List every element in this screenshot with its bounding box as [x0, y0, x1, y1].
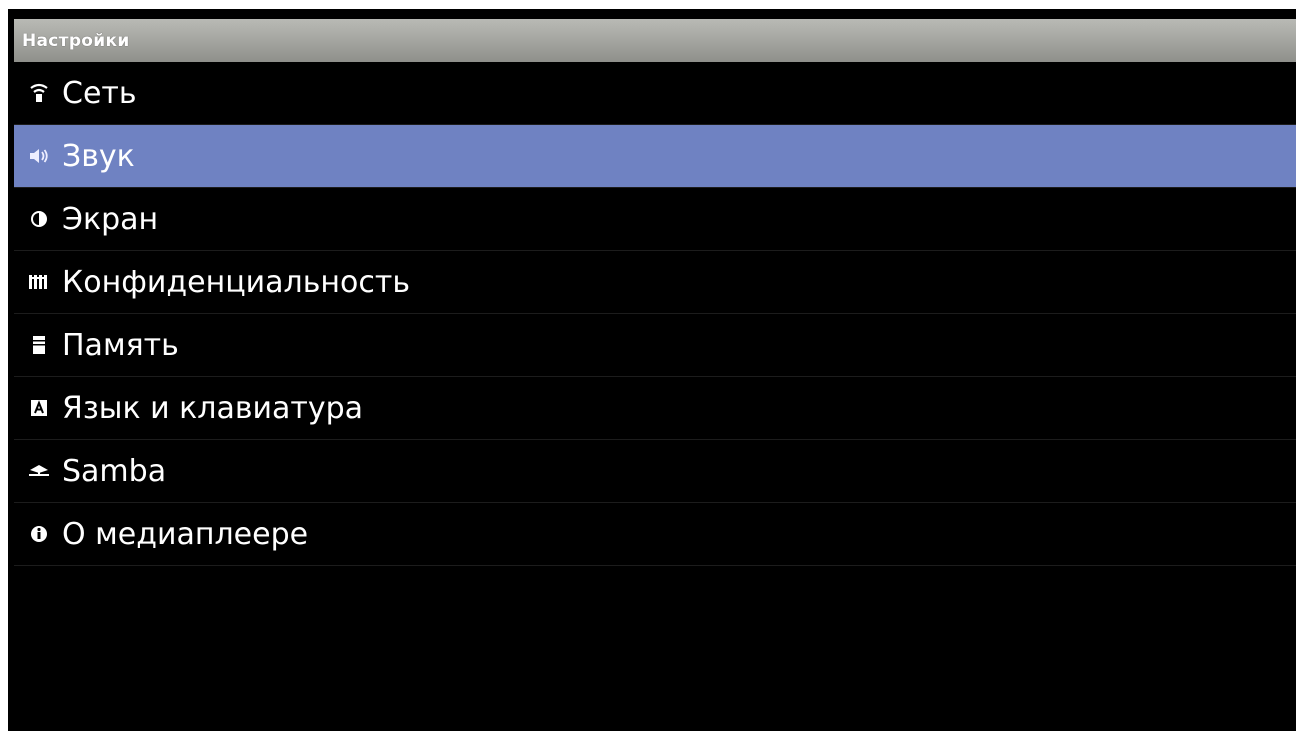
settings-item-sound[interactable]: Звук: [14, 125, 1296, 188]
settings-screen: Настройки Сеть Звук Экран Конфиденциальн…: [8, 9, 1296, 731]
settings-item-about[interactable]: О медиаплеере: [14, 503, 1296, 566]
settings-list: Сеть Звук Экран Конфиденциальность Памят…: [14, 62, 1296, 566]
samba-icon: [28, 460, 50, 482]
settings-item-label: Звук: [62, 138, 135, 174]
settings-item-label: Samba: [62, 453, 167, 489]
settings-item-language-keyboard[interactable]: Язык и клавиатура: [14, 377, 1296, 440]
settings-item-label: Сеть: [62, 75, 137, 111]
info-icon: [28, 523, 50, 545]
settings-item-label: Язык и клавиатура: [62, 390, 364, 426]
display-icon: [28, 208, 50, 230]
speaker-icon: [28, 145, 50, 167]
storage-icon: [28, 334, 50, 356]
settings-item-label: Экран: [62, 201, 159, 237]
settings-item-label: Память: [62, 327, 179, 363]
settings-item-samba[interactable]: Samba: [14, 440, 1296, 503]
title-bar: Настройки: [14, 19, 1296, 62]
settings-item-label: О медиаплеере: [62, 516, 309, 552]
settings-item-storage[interactable]: Память: [14, 314, 1296, 377]
settings-item-privacy[interactable]: Конфиденциальность: [14, 251, 1296, 314]
wifi-icon: [28, 82, 50, 104]
settings-item-label: Конфиденциальность: [62, 264, 411, 300]
page-title: Настройки: [22, 30, 130, 51]
privacy-icon: [28, 271, 50, 293]
settings-item-network[interactable]: Сеть: [14, 62, 1296, 125]
settings-item-display[interactable]: Экран: [14, 188, 1296, 251]
keyboard-icon: [28, 397, 50, 419]
